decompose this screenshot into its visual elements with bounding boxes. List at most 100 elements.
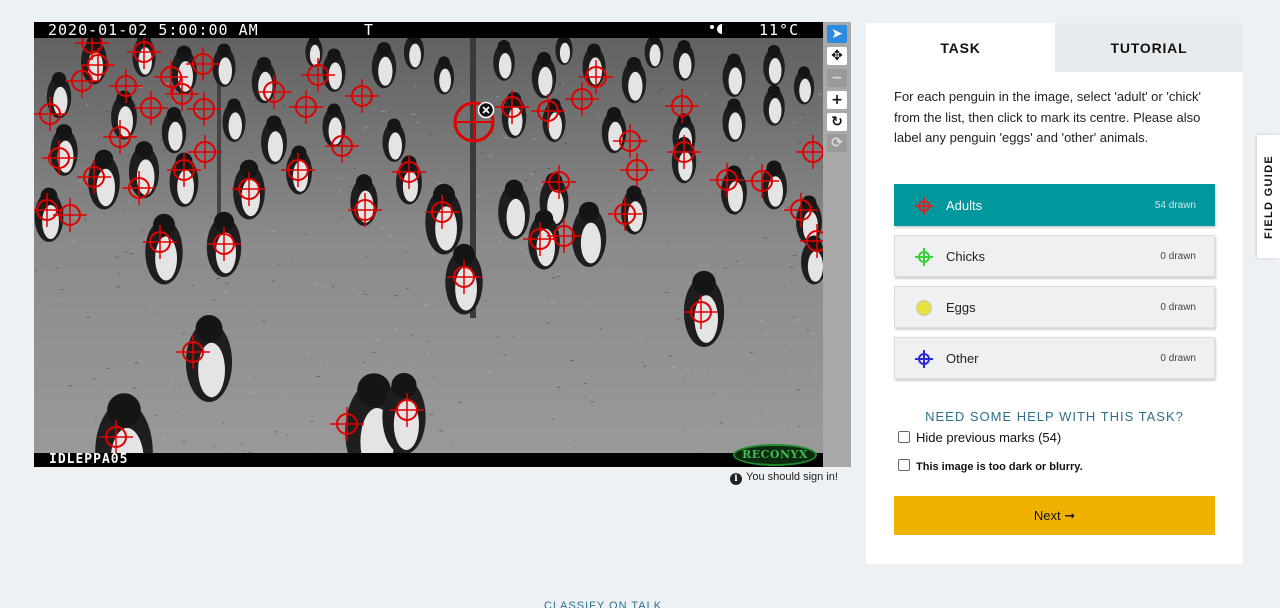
ground-texture xyxy=(167,96,169,98)
hide-marks-label: Hide previous marks (54) xyxy=(916,430,1062,445)
ground-texture xyxy=(792,255,797,257)
ground-texture xyxy=(192,442,196,444)
zoom-in-tool[interactable]: + xyxy=(827,91,847,109)
ground-texture xyxy=(661,365,664,367)
ground-texture xyxy=(409,361,412,363)
penguin-belly xyxy=(228,112,242,140)
ground-texture xyxy=(798,142,802,144)
hide-marks-checkbox[interactable]: Hide previous marks (54) xyxy=(898,430,1061,445)
ground-texture xyxy=(760,320,764,322)
ground-texture xyxy=(433,375,436,377)
ground-texture xyxy=(736,340,739,342)
subject-image[interactable]: 2020-01-02 5:00:00 AM T 11°C IDLEPPA05 R… xyxy=(34,22,823,467)
penguin-belly xyxy=(435,206,457,251)
ground-texture xyxy=(757,93,760,95)
rotate-tool[interactable]: ↻ xyxy=(827,113,847,131)
penguin-colony-photo[interactable] xyxy=(34,22,823,467)
ground-texture xyxy=(512,336,514,338)
ground-texture xyxy=(765,413,769,415)
penguin-head xyxy=(727,98,741,112)
ground-texture xyxy=(39,156,41,158)
ground-texture xyxy=(292,278,294,280)
ground-texture xyxy=(783,373,785,375)
zoom-out-tool[interactable]: − xyxy=(827,69,847,87)
ground-texture xyxy=(311,216,313,218)
signin-notice[interactable]: i You should sign in! xyxy=(730,471,838,485)
ground-texture xyxy=(662,348,664,350)
tool-eggs-button[interactable]: Eggs 0 drawn xyxy=(894,286,1215,328)
ground-texture xyxy=(722,399,725,401)
ground-texture xyxy=(615,271,619,273)
ground-texture xyxy=(154,415,158,417)
checkbox-box[interactable] xyxy=(898,459,910,471)
ground-texture xyxy=(530,173,535,175)
penguin-belly xyxy=(678,53,692,79)
ground-texture xyxy=(362,290,365,292)
ground-texture xyxy=(749,352,753,354)
ground-texture xyxy=(89,144,91,146)
ground-texture xyxy=(153,94,157,96)
talk-link[interactable]: CLASSIFY ON TALK xyxy=(544,600,662,608)
ground-texture xyxy=(568,439,570,441)
ground-texture xyxy=(669,222,672,224)
ground-texture xyxy=(704,93,706,95)
ground-texture xyxy=(79,360,81,362)
ground-texture xyxy=(225,282,229,284)
ground-texture xyxy=(55,267,59,269)
next-button[interactable]: Next ➞ xyxy=(894,496,1215,535)
ground-texture xyxy=(723,267,727,269)
checkbox-box[interactable] xyxy=(898,431,910,443)
tool-other-button[interactable]: Other 0 drawn xyxy=(894,337,1215,379)
ground-texture xyxy=(499,240,501,242)
ground-texture xyxy=(410,334,413,336)
camera-info-bar: 2020-01-02 5:00:00 AM T 11°C xyxy=(34,22,823,38)
move-tool[interactable]: ✥ xyxy=(827,47,847,65)
ground-texture xyxy=(558,83,562,85)
ground-texture xyxy=(364,293,368,295)
ground-texture xyxy=(692,346,696,348)
field-guide-tab[interactable]: FIELD GUIDE xyxy=(1257,135,1280,258)
ground-texture xyxy=(280,396,283,398)
ground-texture xyxy=(149,305,153,307)
ground-texture xyxy=(210,216,212,218)
ground-texture xyxy=(151,420,153,422)
ground-texture xyxy=(669,132,672,134)
ground-texture xyxy=(428,133,433,135)
ground-texture xyxy=(432,374,436,376)
penguin-head xyxy=(391,372,417,399)
ground-texture xyxy=(682,429,685,431)
ground-texture xyxy=(445,168,447,170)
ground-texture xyxy=(98,137,100,139)
ground-texture xyxy=(271,280,275,282)
ground-texture xyxy=(480,152,485,154)
ground-texture xyxy=(462,91,464,93)
ground-texture xyxy=(156,312,158,314)
ground-texture xyxy=(526,115,529,117)
ground-texture xyxy=(583,383,588,385)
ground-texture xyxy=(739,300,741,302)
tab-task[interactable]: TASK xyxy=(866,23,1055,72)
ground-texture xyxy=(216,278,221,280)
ground-texture xyxy=(789,266,794,268)
tool-adults-button[interactable]: Adults 54 drawn xyxy=(894,184,1215,226)
ground-texture xyxy=(162,149,167,151)
ground-texture xyxy=(792,316,795,318)
ground-texture xyxy=(801,113,805,115)
penguin-belly xyxy=(649,44,661,67)
ground-texture xyxy=(605,205,608,207)
too-dark-checkbox[interactable]: This image is too dark or blurry. xyxy=(898,459,1083,473)
ground-texture xyxy=(122,208,125,210)
ground-texture xyxy=(536,334,539,336)
ground-texture xyxy=(710,193,712,195)
reconyx-logo: RECONYX xyxy=(733,444,817,466)
help-link[interactable]: NEED SOME HELP WITH THIS TASK? xyxy=(894,409,1215,424)
ground-texture xyxy=(551,277,556,279)
ground-texture xyxy=(491,132,494,134)
tab-tutorial[interactable]: TUTORIAL xyxy=(1055,23,1243,72)
ground-texture xyxy=(183,331,186,333)
ground-texture xyxy=(503,354,507,356)
reset-tool[interactable]: ⟳ xyxy=(827,134,847,152)
tool-chicks-button[interactable]: Chicks 0 drawn xyxy=(894,235,1215,277)
penguin-head xyxy=(626,185,642,201)
annotate-tool[interactable]: ➤ xyxy=(827,25,847,43)
